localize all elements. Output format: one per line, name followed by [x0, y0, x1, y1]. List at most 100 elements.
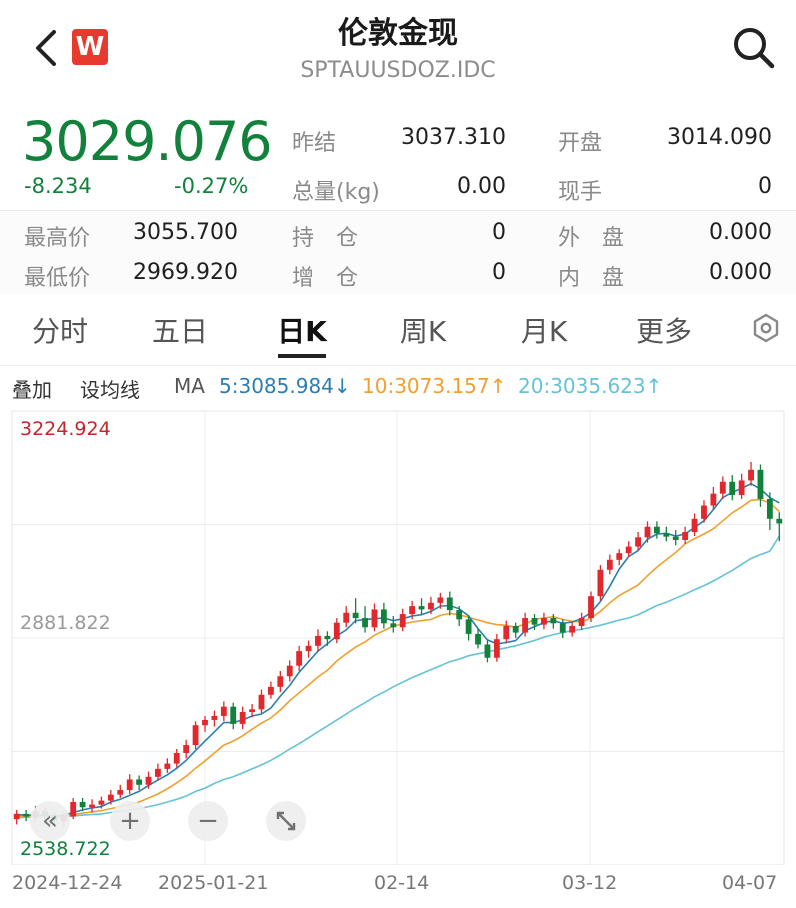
candle-25: [239, 706, 246, 730]
candle-body: [428, 602, 434, 610]
candle-body: [606, 559, 613, 570]
ma10-value: 10:3073.157↑: [362, 374, 507, 398]
candle-body: [267, 686, 274, 695]
ma20-line: [16, 535, 780, 819]
candle-body: [493, 639, 500, 658]
candle-48: [456, 606, 463, 626]
candle-body: [456, 610, 463, 620]
current-hand-label: 现手: [558, 180, 603, 205]
low-label: 最低价: [24, 266, 91, 291]
candle-body: [635, 537, 641, 547]
candle-42: [399, 608, 406, 632]
candle-body: [644, 526, 651, 538]
candle-7: [70, 797, 77, 820]
candlestick-chart[interactable]: 3224.924 2881.822 2538.722: [0, 405, 796, 865]
candle-body: [239, 711, 246, 724]
tab-weekly-k[interactable]: 周K: [373, 310, 473, 350]
candle-body: [380, 609, 387, 624]
tab-intraday[interactable]: 分时: [10, 310, 110, 350]
candle-14: [136, 775, 143, 791]
candle-19: [183, 739, 190, 759]
candle-31: [296, 645, 303, 671]
candle-64: [606, 554, 613, 575]
fullscreen-button[interactable]: [266, 801, 306, 841]
candle-73: [691, 513, 698, 536]
candle-body: [79, 801, 86, 808]
candle-body: [597, 569, 604, 597]
candle-body: [625, 546, 632, 554]
outer-disk-value: 0.000: [709, 220, 772, 245]
candle-body: [437, 597, 444, 603]
interest-change-label: 增 仓: [292, 266, 359, 291]
candle-body: [107, 794, 114, 801]
settings-hexagon-icon[interactable]: [750, 312, 782, 344]
candle-body: [390, 623, 397, 628]
candle-body: [663, 533, 670, 537]
candle-body: [512, 625, 519, 633]
ma-indicator-bar: 叠加 设均线 MA 5:3085.984↓ 10:3073.157↑ 20:30…: [0, 374, 796, 402]
tab-five-day[interactable]: 五日: [130, 310, 230, 350]
overlay-button[interactable]: 叠加: [12, 374, 52, 403]
symbol-code: SPTAUUSDOZ.IDC: [300, 58, 496, 83]
x-label-date-4: 03-12: [562, 872, 618, 894]
candle-body: [164, 763, 171, 769]
last-price: 3029.076: [22, 110, 273, 173]
candle-body: [126, 779, 133, 791]
minus-icon: −: [197, 806, 219, 836]
candle-57: [541, 612, 547, 630]
candle-body: [202, 719, 208, 726]
candle-39: [371, 603, 378, 632]
candle-body: [672, 536, 679, 540]
candle-body: [559, 623, 566, 633]
zoom-in-button[interactable]: +: [110, 801, 150, 841]
candle-body: [569, 625, 576, 633]
candle-38: [362, 606, 368, 633]
candle-34: [324, 631, 331, 646]
candle-body: [315, 635, 321, 646]
candle-body: [531, 618, 538, 625]
tab-monthly-k[interactable]: 月K: [494, 310, 594, 350]
candle-body: [465, 619, 472, 634]
candle-body: [409, 606, 416, 615]
price-change-pct: -0.27%: [174, 174, 249, 198]
candle-30: [286, 660, 293, 682]
candle-9: [89, 799, 95, 813]
candle-body: [258, 694, 265, 710]
candle-body: [616, 553, 623, 560]
tab-more[interactable]: 更多: [614, 310, 714, 350]
open-value: 3014.090: [667, 125, 772, 150]
candle-body: [324, 635, 331, 640]
scroll-left-button[interactable]: «: [30, 801, 70, 841]
candles-group: [13, 461, 783, 826]
candle-body: [333, 622, 340, 640]
divider: [0, 210, 796, 211]
candle-body: [719, 481, 726, 494]
candle-17: [164, 758, 171, 773]
candle-body: [541, 618, 547, 625]
candle-body: [277, 676, 284, 687]
current-hand-value: 0: [758, 174, 772, 199]
ma5-value: 5:3085.984↓: [219, 374, 351, 398]
candle-13: [126, 774, 133, 795]
candle-body: [352, 612, 359, 619]
low-value: 2969.920: [133, 260, 238, 285]
candle-body: [305, 645, 312, 652]
candle-22: [211, 710, 218, 727]
prev-settle-label: 昨结: [292, 131, 337, 156]
set-ma-button[interactable]: 设均线: [80, 374, 140, 403]
candle-body: [23, 813, 30, 817]
candle-65: [616, 549, 623, 566]
plus-icon: +: [119, 806, 141, 836]
zoom-out-button[interactable]: −: [188, 801, 228, 841]
candle-body: [220, 706, 227, 716]
candle-body: [503, 625, 510, 640]
candle-54: [512, 622, 519, 638]
tab-daily-k[interactable]: 日K: [252, 310, 352, 350]
ma10-line-group: [16, 498, 780, 818]
candle-body: [296, 651, 303, 666]
search-icon[interactable]: [730, 24, 778, 72]
y-label-min: 2538.722: [20, 838, 111, 860]
candle-body: [776, 518, 783, 524]
volume-value: 0.00: [457, 174, 506, 199]
candle-body: [729, 481, 736, 495]
